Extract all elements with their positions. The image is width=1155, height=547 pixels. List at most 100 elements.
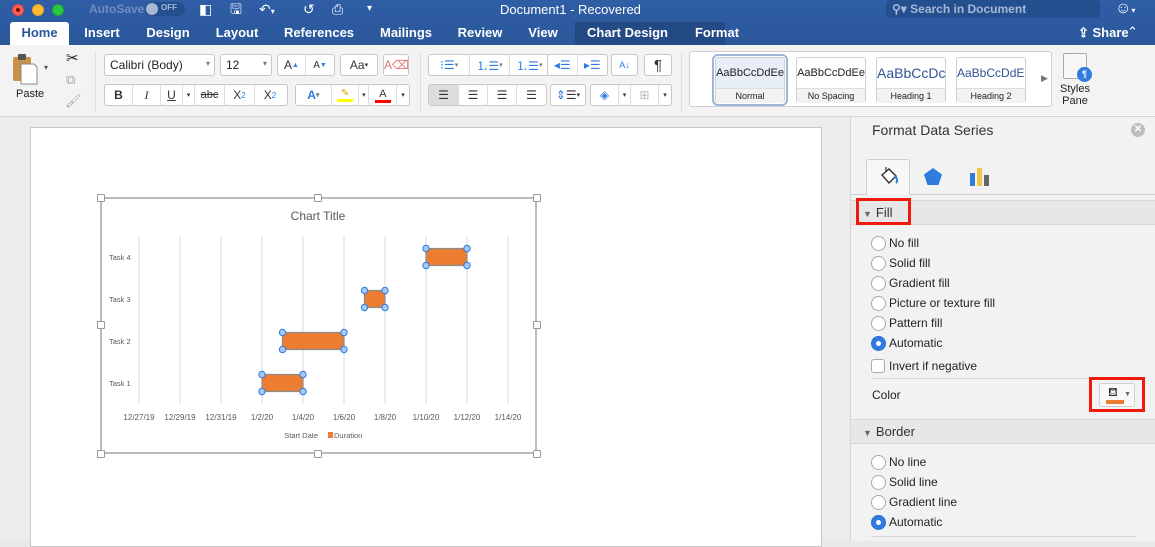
tab-effects[interactable] xyxy=(911,159,955,195)
tab-series-options[interactable] xyxy=(957,159,1001,195)
decrease-indent-icon[interactable]: ◂☰ xyxy=(548,55,578,75)
selection-handle[interactable] xyxy=(258,370,266,379)
align-right-icon[interactable]: ☰ xyxy=(488,85,517,105)
selection-handle[interactable] xyxy=(340,345,348,354)
minimize-window-button[interactable] xyxy=(32,4,44,16)
radio-automatic-line[interactable]: Automatic xyxy=(871,513,942,531)
increase-indent-icon[interactable]: ▸☰ xyxy=(578,55,607,75)
selection-handle[interactable] xyxy=(278,345,287,354)
close-pane-icon[interactable]: ✕ xyxy=(1131,123,1145,137)
selection-handle[interactable] xyxy=(463,244,471,253)
resize-handle-top-right[interactable] xyxy=(533,194,541,202)
duration-bar[interactable] xyxy=(261,373,304,393)
tab-references[interactable]: References xyxy=(278,22,360,45)
subscript-button[interactable]: X2 xyxy=(225,85,255,105)
selection-handle[interactable] xyxy=(463,261,471,270)
font-size-select[interactable]: 12 ▾ xyxy=(220,54,272,76)
sort-icon[interactable]: A↓ xyxy=(612,55,637,75)
tab-chart-design[interactable]: Chart Design xyxy=(580,22,675,45)
style-heading-1[interactable]: AaBbCcDc Heading 1 xyxy=(876,57,946,103)
font-color-chevron-icon[interactable]: ▾ xyxy=(397,85,409,105)
duration-bar[interactable] xyxy=(281,331,345,351)
grow-font-icon[interactable]: A ▲ xyxy=(278,55,307,75)
borders-icon[interactable]: ⊞ xyxy=(631,85,659,105)
resize-handle-top-left[interactable] xyxy=(97,194,105,202)
change-case-icon[interactable]: Aa ▾ xyxy=(341,55,377,75)
zoom-window-button[interactable] xyxy=(52,4,64,16)
redo-icon[interactable]: ↺ xyxy=(303,1,315,17)
resize-handle-bottom[interactable] xyxy=(314,450,322,458)
selection-handle[interactable] xyxy=(278,328,287,337)
multilevel-list-icon[interactable]: ⒈☰ ▾ xyxy=(510,55,549,75)
selection-handle[interactable] xyxy=(422,261,430,270)
tab-review[interactable]: Review xyxy=(451,22,509,45)
feedback-smiley-icon[interactable]: ☺▾ xyxy=(1115,0,1135,18)
autosave-toggle[interactable]: OFF xyxy=(145,2,185,16)
show-paragraph-marks-icon[interactable]: ¶ xyxy=(645,55,671,75)
underline-button[interactable]: U xyxy=(161,85,183,105)
duration-bar[interactable] xyxy=(363,289,386,309)
tab-format[interactable]: Format xyxy=(688,22,746,45)
strikethrough-button[interactable]: abc xyxy=(195,85,225,105)
radio-gradient-fill[interactable]: Gradient fill xyxy=(871,274,950,292)
customize-toolbar-icon[interactable]: ▾ xyxy=(367,1,372,17)
save-icon[interactable]: 🖫 xyxy=(230,1,242,17)
align-left-icon[interactable]: ☰ xyxy=(429,85,459,105)
search-input[interactable]: ⚲▾ Search in Document xyxy=(886,0,1100,18)
radio-solid-line[interactable]: Solid line xyxy=(871,473,938,491)
tab-home[interactable]: Home xyxy=(10,22,69,45)
resize-handle-left[interactable] xyxy=(97,321,105,329)
radio-solid-fill[interactable]: Solid fill xyxy=(871,254,930,272)
style-no-spacing[interactable]: AaBbCcDdEe No Spacing xyxy=(796,57,866,103)
shading-chevron-icon[interactable]: ▾ xyxy=(619,85,631,105)
selection-handle[interactable] xyxy=(360,303,369,312)
highlight-icon[interactable]: ✎ xyxy=(332,85,360,105)
close-window-button[interactable] xyxy=(12,4,24,16)
print-icon[interactable]: ⎙ xyxy=(332,1,343,17)
bold-button[interactable]: B xyxy=(105,85,133,105)
selection-handle[interactable] xyxy=(299,370,307,379)
radio-picture-texture-fill[interactable]: Picture or texture fill xyxy=(871,294,995,312)
tab-view[interactable]: View xyxy=(520,22,566,45)
clear-formatting-icon[interactable]: A⌫ xyxy=(384,55,409,75)
superscript-button[interactable]: X2 xyxy=(255,85,285,105)
highlight-chevron-icon[interactable]: ▾ xyxy=(359,85,370,105)
sidebar-toggle-icon[interactable]: ◧ xyxy=(199,1,212,17)
duration-bar[interactable] xyxy=(425,247,468,267)
style-heading-2[interactable]: AaBbCcDdEe Heading 2 xyxy=(956,57,1026,103)
underline-options-chevron-icon[interactable]: ▾ xyxy=(183,85,195,105)
justify-icon[interactable]: ☰ xyxy=(517,85,546,105)
font-name-select[interactable]: Calibri (Body) ▾ xyxy=(104,54,215,76)
style-normal[interactable]: AaBbCcDdEe Normal xyxy=(712,54,788,106)
radio-pattern-fill[interactable]: Pattern fill xyxy=(871,314,942,332)
selection-handle[interactable] xyxy=(340,328,348,337)
selection-handle[interactable] xyxy=(299,387,307,396)
cut-icon[interactable]: ✂ xyxy=(66,49,79,67)
shading-icon[interactable]: ◈ xyxy=(591,85,619,105)
resize-handle-bottom-left[interactable] xyxy=(97,450,105,458)
line-spacing-icon[interactable]: ⇕ ☰ ▾ xyxy=(551,85,585,105)
paste-options-chevron-icon[interactable]: ▾ xyxy=(44,63,48,72)
radio-no-line[interactable]: No line xyxy=(871,453,926,471)
gantt-chart[interactable]: Chart Title 12/27/19 12/29/19 12/31/19 1/2/2… xyxy=(102,199,535,452)
selection-handle[interactable] xyxy=(381,286,389,295)
radio-gradient-line[interactable]: Gradient line xyxy=(871,493,957,511)
font-color-icon[interactable]: A xyxy=(369,85,398,105)
align-center-icon[interactable]: ☰ xyxy=(459,85,488,105)
invert-if-negative-checkbox[interactable]: Invert if negative xyxy=(871,357,977,375)
shrink-font-icon[interactable]: A ▼ xyxy=(306,55,334,75)
copy-icon[interactable]: ⧉ xyxy=(66,72,75,88)
selection-handle[interactable] xyxy=(422,244,430,253)
collapse-ribbon-icon[interactable]: ⌃ xyxy=(1127,24,1138,40)
tab-mailings[interactable]: Mailings xyxy=(374,22,438,45)
border-section-header[interactable]: ▼ Border xyxy=(851,419,1155,444)
selection-handle[interactable] xyxy=(360,286,369,295)
resize-handle-top[interactable] xyxy=(314,194,322,202)
tab-fill-and-line[interactable] xyxy=(866,159,910,195)
radio-no-fill[interactable]: No fill xyxy=(871,234,919,252)
numbering-icon[interactable]: ⒈☰ ▾ xyxy=(470,55,510,75)
styles-pane-button[interactable]: ¶ Styles Pane xyxy=(1058,53,1092,107)
tab-design[interactable]: Design xyxy=(140,22,196,45)
styles-more-arrow-icon[interactable]: ▶ xyxy=(1041,73,1048,84)
chart-object[interactable]: Chart Title 12/27/19 12/29/19 12/31/19 1/2/2… xyxy=(100,197,537,454)
